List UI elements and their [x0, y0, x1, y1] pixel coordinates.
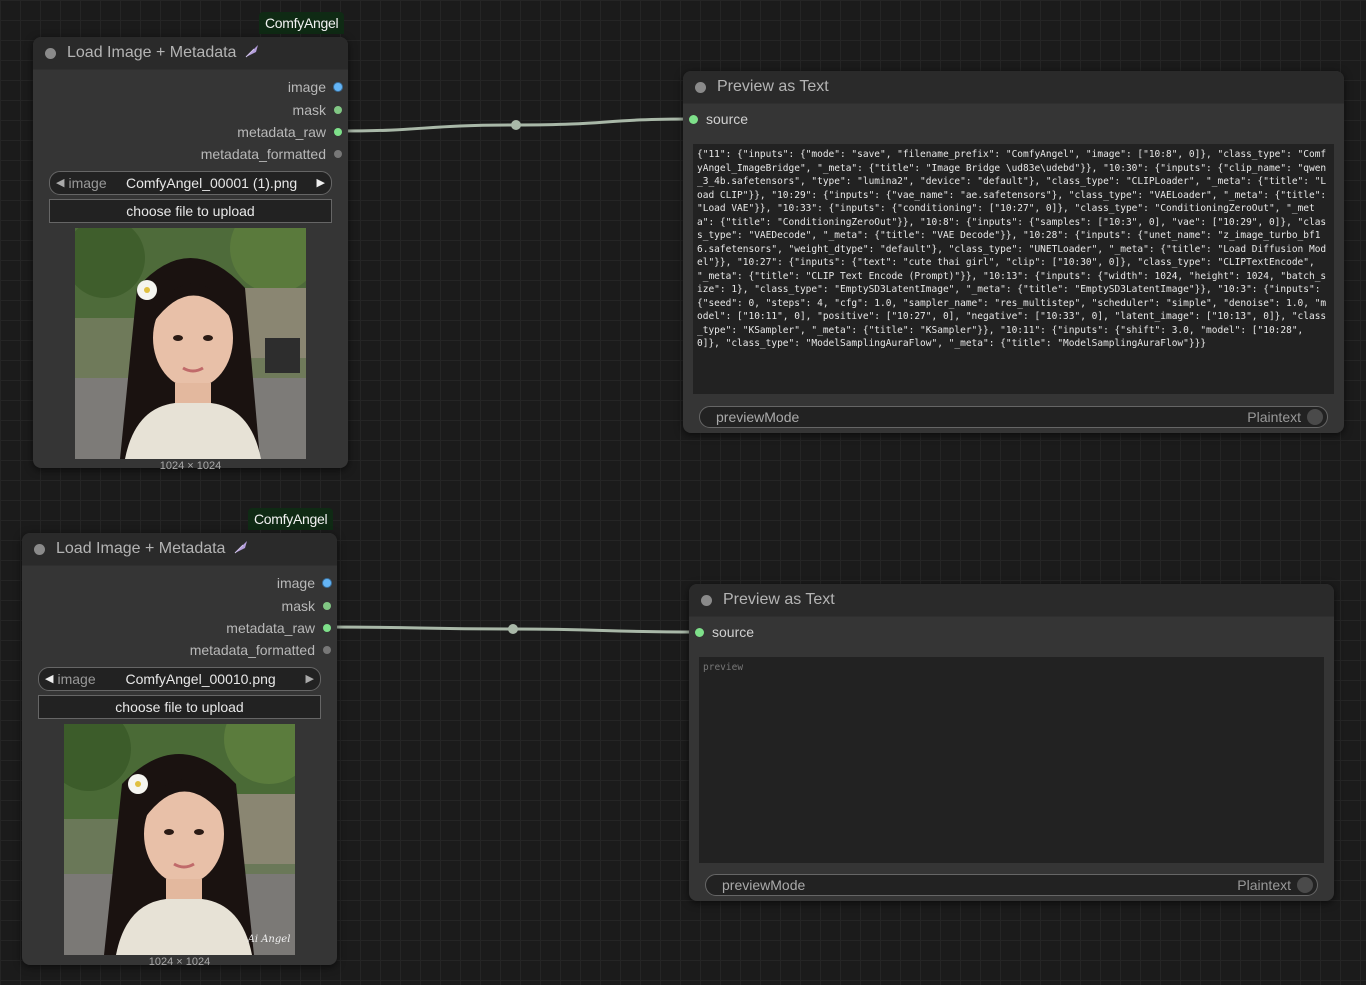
output-metadata-raw[interactable]: metadata_raw	[33, 121, 348, 143]
output-metadata-formatted[interactable]: metadata_formatted	[33, 143, 348, 165]
output-label: metadata_raw	[237, 123, 326, 140]
portrait-photo: Ai Angel	[64, 723, 295, 955]
combo-label: image	[68, 174, 107, 191]
combo-label: image	[57, 670, 96, 687]
toggle-label: previewMode	[722, 877, 806, 893]
portrait-photo	[75, 227, 306, 459]
output-label: metadata_formatted	[200, 146, 326, 163]
output-port-mask[interactable]	[323, 601, 331, 610]
feather-icon	[244, 43, 260, 64]
preview-text-area[interactable]: preview	[699, 657, 1324, 863]
preview-as-text-node[interactable]: Preview as Text source preview previewMo…	[689, 584, 1334, 901]
output-metadata-raw[interactable]: metadata_raw	[22, 617, 337, 639]
output-image[interactable]: image	[22, 572, 337, 594]
input-port-source[interactable]	[689, 114, 698, 124]
preview-text-area[interactable]: {"11": {"inputs": {"mode": "save", "file…	[693, 144, 1334, 394]
image-preview	[75, 227, 306, 459]
combo-left-arrow-icon[interactable]: ◀	[56, 176, 64, 189]
image-preview: Ai Angel	[64, 723, 295, 955]
input-label: source	[712, 624, 755, 640]
output-port-image[interactable]	[323, 579, 331, 588]
output-label: metadata_formatted	[189, 642, 315, 659]
output-port-metadata-raw[interactable]	[334, 127, 342, 136]
node-graph-canvas[interactable]: ComfyAngel Load Image + Metadata image m…	[0, 0, 1366, 985]
load-image-metadata-node[interactable]: Load Image + Metadata image mask metadat…	[22, 533, 337, 968]
upload-button[interactable]: choose file to upload	[49, 198, 332, 223]
link-metadata-raw-to-source-1[interactable]	[338, 117, 694, 133]
feather-icon	[233, 539, 249, 560]
output-port-metadata-formatted[interactable]	[323, 646, 331, 655]
image-dimensions: 1024 × 1024	[159, 459, 222, 472]
output-label: image	[276, 575, 315, 592]
toggle-knob[interactable]	[1297, 877, 1313, 893]
collapse-dot-icon[interactable]	[701, 594, 712, 606]
upload-button[interactable]: choose file to upload	[38, 694, 321, 719]
node-title: Preview as Text	[723, 591, 835, 608]
output-label: mask	[281, 597, 315, 614]
image-combo-widget[interactable]: ◀ image ComfyAngel_00001 (1).png ▶	[49, 170, 332, 195]
node-title-bar[interactable]: Load Image + Metadata	[22, 533, 337, 566]
node-title-bar[interactable]: Preview as Text	[689, 584, 1334, 617]
node-title: Load Image + Metadata	[56, 540, 226, 557]
image-combo-widget[interactable]: ◀ image ComfyAngel_00010.png ▶	[38, 666, 321, 691]
node-title-bar[interactable]: Load Image + Metadata	[33, 37, 348, 70]
preview-mode-toggle[interactable]: previewMode Plaintext	[699, 406, 1328, 428]
combo-right-arrow-icon[interactable]: ▶	[317, 176, 325, 189]
combo-value: ComfyAngel_00010.png	[125, 670, 276, 687]
output-label: image	[287, 79, 326, 96]
preview-as-text-node[interactable]: Preview as Text source {"11": {"inputs":…	[683, 71, 1344, 433]
output-port-mask[interactable]	[334, 105, 342, 114]
node-title: Load Image + Metadata	[67, 44, 237, 61]
combo-value: ComfyAngel_00001 (1).png	[125, 174, 298, 191]
watermark-text: Ai Angel	[247, 934, 291, 945]
toggle-value: Plaintext	[1247, 409, 1301, 425]
collapse-dot-icon[interactable]	[695, 81, 706, 93]
input-source[interactable]: source	[683, 106, 1344, 132]
load-image-metadata-node[interactable]: Load Image + Metadata image mask metadat…	[33, 37, 348, 472]
combo-right-arrow-icon[interactable]: ▶	[306, 672, 314, 685]
link-midpoint-2[interactable]	[508, 624, 518, 634]
output-mask[interactable]: mask	[33, 98, 348, 120]
output-port-image[interactable]	[334, 83, 342, 92]
collapse-dot-icon[interactable]	[34, 543, 45, 555]
toggle-label: previewMode	[716, 409, 800, 425]
collapse-dot-icon[interactable]	[45, 47, 56, 59]
output-label: mask	[292, 101, 326, 118]
output-metadata-formatted[interactable]: metadata_formatted	[22, 639, 337, 661]
node-badge: ComfyAngel	[259, 12, 345, 34]
image-dimensions: 1024 × 1024	[148, 955, 211, 968]
node-badge: ComfyAngel	[248, 508, 334, 530]
combo-left-arrow-icon[interactable]: ◀	[45, 672, 53, 685]
node-title-bar[interactable]: Preview as Text	[683, 71, 1344, 104]
link-midpoint-1[interactable]	[511, 120, 521, 130]
output-port-metadata-raw[interactable]	[323, 623, 331, 632]
toggle-knob[interactable]	[1307, 409, 1323, 425]
input-port-source[interactable]	[695, 627, 704, 637]
node-title: Preview as Text	[717, 78, 829, 95]
toggle-value: Plaintext	[1237, 877, 1291, 893]
input-label: source	[706, 111, 749, 127]
input-source[interactable]: source	[689, 619, 1334, 645]
link-metadata-raw-to-source-2[interactable]	[327, 625, 700, 634]
output-image[interactable]: image	[33, 76, 348, 98]
preview-mode-toggle[interactable]: previewMode Plaintext	[705, 874, 1318, 896]
output-port-metadata-formatted[interactable]	[334, 150, 342, 159]
output-mask[interactable]: mask	[22, 594, 337, 616]
output-label: metadata_raw	[226, 619, 315, 636]
